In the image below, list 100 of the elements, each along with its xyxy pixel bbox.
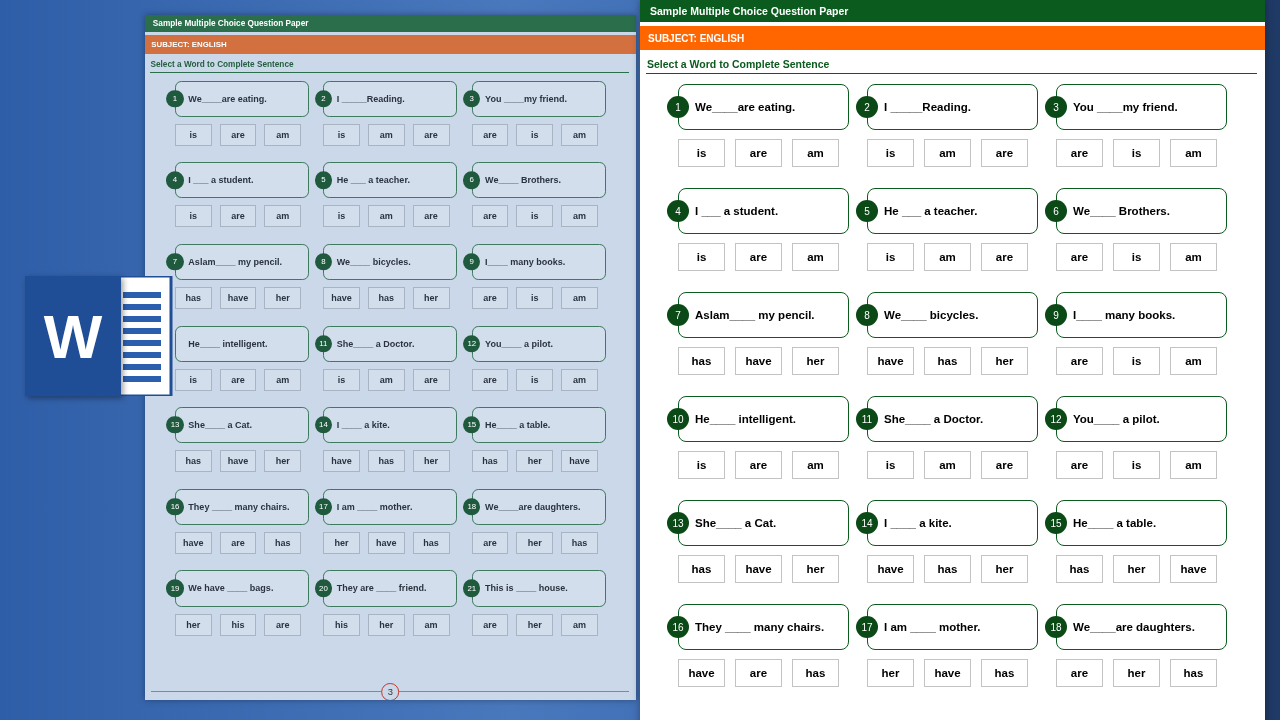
answer-option[interactable]: is — [323, 368, 361, 391]
answer-option[interactable]: her — [412, 450, 450, 473]
answer-option[interactable]: has — [264, 531, 302, 554]
answer-option[interactable]: has — [174, 450, 212, 473]
answer-option[interactable]: her — [1113, 555, 1160, 583]
answer-option[interactable]: are — [412, 205, 450, 228]
answer-option[interactable]: has — [678, 555, 725, 583]
answer-option[interactable]: are — [471, 205, 509, 228]
answer-option[interactable]: is — [516, 368, 554, 391]
answer-option[interactable]: am — [792, 139, 839, 167]
answer-option[interactable]: are — [412, 368, 450, 391]
answer-option[interactable]: is — [516, 123, 554, 146]
answer-option[interactable]: her — [174, 613, 212, 636]
answer-option[interactable]: has — [561, 531, 598, 554]
answer-option[interactable]: have — [219, 450, 257, 473]
answer-option[interactable]: has — [981, 659, 1028, 687]
answer-option[interactable]: am — [1170, 451, 1217, 479]
answer-option[interactable]: is — [323, 205, 361, 228]
answer-option[interactable]: have — [1170, 555, 1217, 583]
answer-option[interactable]: is — [174, 368, 212, 391]
answer-option[interactable]: has — [792, 659, 839, 687]
answer-option[interactable]: is — [1113, 347, 1160, 375]
answer-option[interactable]: her — [323, 531, 361, 554]
answer-option[interactable]: her — [516, 450, 554, 473]
answer-option[interactable]: is — [1113, 451, 1160, 479]
answer-option[interactable]: her — [412, 287, 450, 310]
answer-option[interactable]: are — [219, 368, 257, 391]
answer-option[interactable]: has — [174, 287, 212, 310]
answer-option[interactable]: are — [981, 243, 1028, 271]
answer-option[interactable]: am — [367, 123, 405, 146]
answer-option[interactable]: have — [174, 531, 212, 554]
answer-option[interactable]: have — [867, 347, 914, 375]
answer-option[interactable]: am — [924, 243, 971, 271]
answer-option[interactable]: have — [219, 287, 257, 310]
answer-option[interactable]: her — [792, 347, 839, 375]
answer-option[interactable]: have — [735, 347, 782, 375]
answer-option[interactable]: is — [516, 205, 554, 228]
answer-option[interactable]: his — [219, 613, 257, 636]
answer-option[interactable]: have — [367, 531, 405, 554]
answer-option[interactable]: has — [678, 347, 725, 375]
answer-option[interactable]: has — [412, 531, 450, 554]
answer-option[interactable]: have — [735, 555, 782, 583]
answer-option[interactable]: are — [1056, 659, 1103, 687]
answer-option[interactable]: has — [367, 287, 405, 310]
answer-option[interactable]: has — [367, 450, 405, 473]
answer-option[interactable]: am — [561, 287, 598, 310]
answer-option[interactable]: am — [792, 243, 839, 271]
answer-option[interactable]: are — [471, 531, 509, 554]
answer-option[interactable]: are — [471, 613, 509, 636]
answer-option[interactable]: is — [1113, 243, 1160, 271]
answer-option[interactable]: her — [264, 287, 302, 310]
answer-option[interactable]: are — [471, 287, 509, 310]
answer-option[interactable]: have — [323, 450, 361, 473]
answer-option[interactable]: her — [981, 555, 1028, 583]
answer-option[interactable]: is — [323, 123, 361, 146]
answer-option[interactable]: am — [412, 613, 450, 636]
answer-option[interactable]: is — [678, 139, 725, 167]
answer-option[interactable]: are — [1056, 139, 1103, 167]
answer-option[interactable]: are — [264, 613, 302, 636]
answer-option[interactable]: is — [174, 205, 212, 228]
answer-option[interactable]: is — [174, 123, 212, 146]
answer-option[interactable]: is — [678, 451, 725, 479]
answer-option[interactable]: is — [516, 287, 554, 310]
answer-option[interactable]: are — [981, 451, 1028, 479]
answer-option[interactable]: am — [1170, 347, 1217, 375]
answer-option[interactable]: have — [323, 287, 361, 310]
answer-option[interactable]: her — [516, 531, 554, 554]
answer-option[interactable]: are — [219, 531, 257, 554]
answer-option[interactable]: her — [264, 450, 302, 473]
answer-option[interactable]: are — [1056, 347, 1103, 375]
answer-option[interactable]: have — [561, 450, 598, 473]
answer-option[interactable]: are — [735, 243, 782, 271]
answer-option[interactable]: are — [735, 451, 782, 479]
answer-option[interactable]: have — [678, 659, 725, 687]
answer-option[interactable]: are — [471, 123, 509, 146]
answer-option[interactable]: am — [792, 451, 839, 479]
answer-option[interactable]: is — [1113, 139, 1160, 167]
answer-option[interactable]: am — [1170, 243, 1217, 271]
answer-option[interactable]: has — [924, 555, 971, 583]
answer-option[interactable]: is — [678, 243, 725, 271]
answer-option[interactable]: are — [735, 139, 782, 167]
answer-option[interactable]: am — [367, 368, 405, 391]
answer-option[interactable]: am — [1170, 139, 1217, 167]
answer-option[interactable]: am — [561, 123, 598, 146]
answer-option[interactable]: am — [561, 368, 598, 391]
answer-option[interactable]: have — [867, 555, 914, 583]
answer-option[interactable]: am — [264, 123, 302, 146]
answer-option[interactable]: are — [735, 659, 782, 687]
answer-option[interactable]: am — [924, 139, 971, 167]
answer-option[interactable]: are — [471, 368, 509, 391]
answer-option[interactable]: is — [867, 139, 914, 167]
answer-option[interactable]: am — [561, 205, 598, 228]
answer-option[interactable]: has — [1170, 659, 1217, 687]
answer-option[interactable]: am — [561, 613, 598, 636]
answer-option[interactable]: her — [367, 613, 405, 636]
answer-option[interactable]: are — [1056, 243, 1103, 271]
answer-option[interactable]: are — [412, 123, 450, 146]
answer-option[interactable]: her — [1113, 659, 1160, 687]
answer-option[interactable]: am — [924, 451, 971, 479]
answer-option[interactable]: are — [219, 123, 257, 146]
